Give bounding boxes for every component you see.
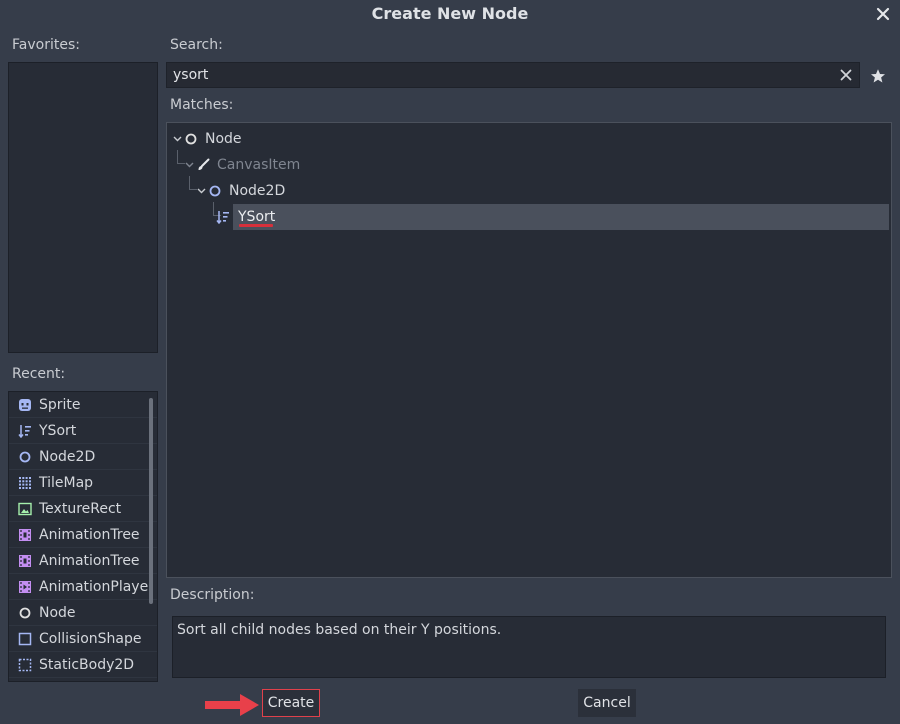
tree-item-ysort[interactable]: YSort [216,204,889,230]
recent-list[interactable]: Sprite YSort Node2D TileMap TextureRect … [8,391,158,682]
brush-icon [195,157,211,173]
circle-icon [207,183,223,199]
tree-item-node2d[interactable]: Node2D [195,178,285,204]
chevron-down-icon[interactable] [171,136,183,142]
search-label: Search: [170,37,223,53]
cancel-button[interactable]: Cancel [578,689,636,717]
tree-item-canvasitem[interactable]: CanvasItem [183,152,300,178]
description-label: Description: [170,587,255,603]
circle-icon [183,131,199,147]
matches-label: Matches: [170,97,234,113]
dialog-title: Create New Node [371,4,529,23]
close-button[interactable] [872,3,894,25]
recent-item-label: AnimationTree [39,552,140,569]
matches-tree[interactable]: Node CanvasItem Node2D YSort [166,122,892,578]
arrow-right-icon [204,691,260,723]
favorites-label: Favorites: [12,37,80,53]
recent-item-label: TileMap [39,474,94,491]
circle-icon [17,449,33,465]
recent-item-animationtree[interactable]: AnimationTree [9,522,157,548]
recent-item-staticbody2d[interactable]: StaticBody2D [9,652,157,678]
animation-tree-icon [17,527,33,543]
tree-item-label: Node [205,131,242,147]
favorite-button[interactable] [866,64,890,88]
star-icon [871,69,885,83]
recent-scrollbar[interactable] [149,398,153,604]
static-body-icon [17,657,33,673]
tree-item-label: Node2D [229,183,286,199]
recent-item-texturerect[interactable]: TextureRect [9,496,157,522]
recent-item-tilemap[interactable]: TileMap [9,470,157,496]
collision-shape-icon [17,631,33,647]
favorites-list[interactable] [8,62,158,353]
tilemap-icon [17,475,33,491]
animation-tree-icon [17,553,33,569]
recent-item-label: Node [39,604,76,621]
recent-item-node2d[interactable]: Node2D [9,444,157,470]
ysort-icon [17,423,33,439]
animation-player-icon [17,579,33,595]
chevron-down-icon[interactable] [195,188,207,194]
description-text: Sort all child nodes based on their Y po… [172,616,886,678]
recent-item-sprite[interactable]: Sprite [9,392,157,418]
circle-icon [17,605,33,621]
tree-item-label: YSort [238,209,276,225]
recent-item-label: AnimationPlaye [39,578,149,595]
recent-item-label: StaticBody2D [39,656,135,673]
search-input[interactable] [167,63,833,87]
recent-item-label: CollisionShape [39,630,142,647]
close-icon [876,7,890,21]
recent-label: Recent: [12,366,66,382]
recent-item-animationplayer[interactable]: AnimationPlaye [9,574,157,600]
search-field[interactable] [166,62,860,88]
ysort-icon [215,209,231,225]
clear-search-button[interactable] [833,63,859,87]
recent-item-label: AnimationTree [39,526,140,543]
recent-item-animationtree[interactable]: AnimationTree [9,548,157,574]
close-icon [840,69,852,81]
recent-item-label: TextureRect [39,500,122,517]
recent-item-label: Node2D [39,448,96,465]
chevron-down-icon[interactable] [183,162,195,168]
texture-rect-icon [17,501,33,517]
tree-item-node[interactable]: Node [171,126,242,152]
highlight-underline [239,224,273,227]
recent-item-collisionshape[interactable]: CollisionShape [9,626,157,652]
recent-item-node[interactable]: Node [9,600,157,626]
create-button[interactable]: Create [262,689,320,717]
recent-item-label: YSort [39,422,77,439]
tree-item-label: CanvasItem [217,157,301,173]
sprite-icon [17,397,33,413]
recent-item-label: Sprite [39,396,81,413]
recent-item-ysort[interactable]: YSort [9,418,157,444]
